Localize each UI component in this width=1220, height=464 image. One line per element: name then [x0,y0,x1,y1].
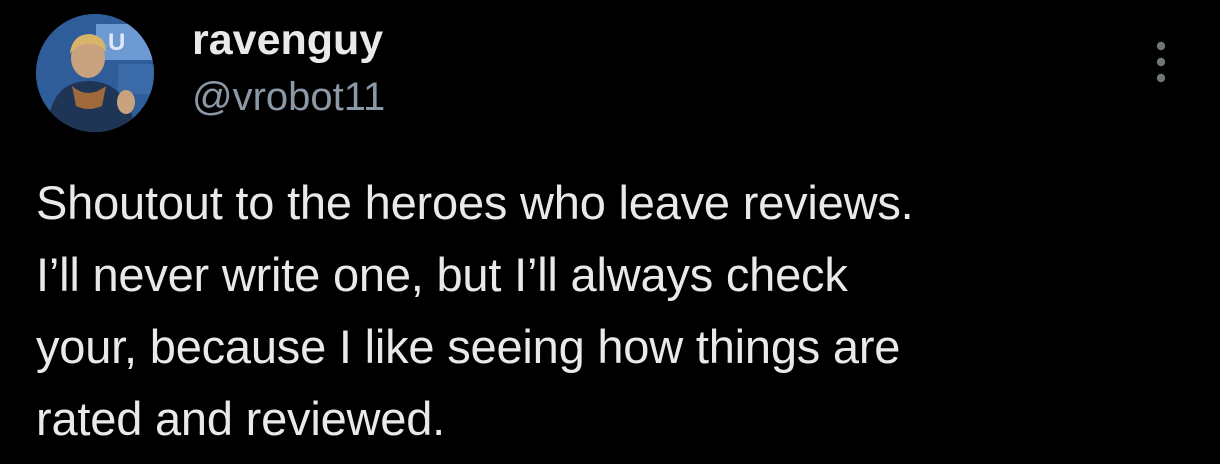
display-name[interactable]: ravenguy [192,14,383,66]
user-handle[interactable]: @vrobot11 [192,72,385,122]
tweet-card: U ravenguy @vrobot11 Shoutout to the her… [0,0,1220,464]
svg-text:U: U [108,29,125,56]
more-vertical-icon [1156,41,1166,83]
more-options-button[interactable] [1144,38,1178,86]
avatar[interactable]: U [36,14,154,132]
tweet-text: Shoutout to the heroes who leave reviews… [36,176,914,445]
profile-photo: U [36,14,154,132]
